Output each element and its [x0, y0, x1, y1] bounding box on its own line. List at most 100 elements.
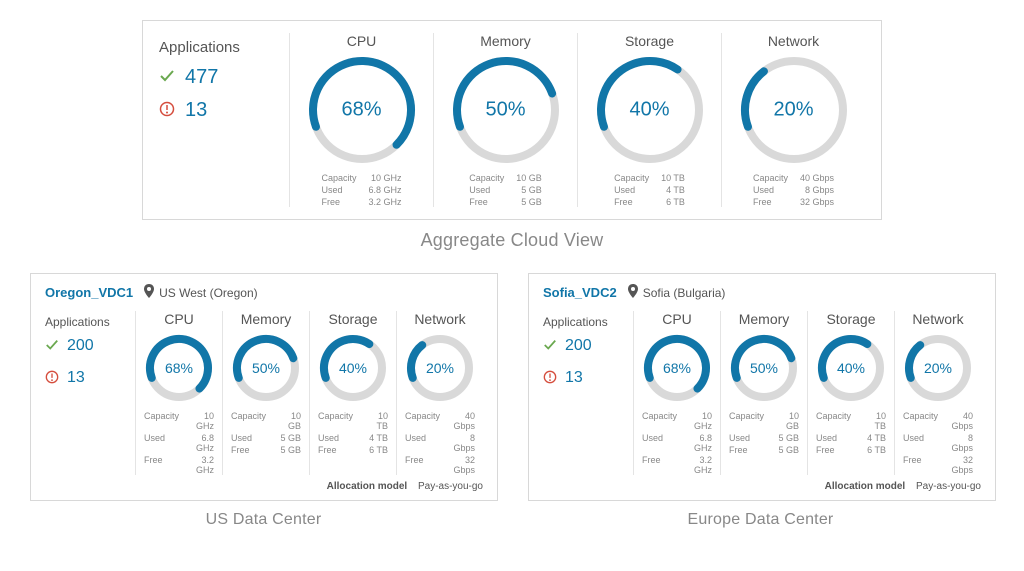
used-label: Used: [144, 433, 179, 453]
gauge-title: Network: [903, 311, 973, 327]
free-value: 3.2 GHz: [191, 455, 214, 475]
free-value: 5 GB: [278, 445, 301, 455]
gauge-details: Capacity10 TB Used4 TB Free6 TB: [318, 411, 388, 455]
free-label: Free: [642, 455, 677, 475]
gauge-details: Capacity10 GB Used5 GB Free5 GB: [231, 411, 301, 455]
used-label: Used: [318, 433, 353, 443]
gauge-cpu: CPU 68% Capacity10 GHz Used6.8 GHz Free3…: [633, 311, 720, 475]
capacity-value: 10 TB: [863, 411, 886, 431]
free-label: Free: [816, 445, 851, 455]
used-label: Used: [231, 433, 266, 443]
gauge-details: Capacity10 GB Used5 GB Free5 GB: [729, 411, 799, 455]
capacity-value: 10 GHz: [191, 411, 214, 431]
gauge-memory: Memory 50% Capacity10 GB Used5 GB Free5 …: [433, 33, 577, 207]
free-value: 6 TB: [863, 445, 886, 455]
free-label: Free: [469, 197, 504, 207]
applications-label: Applications: [45, 315, 135, 329]
location-text: Sofia (Bulgaria): [643, 286, 726, 300]
gauge-title: Storage: [318, 311, 388, 327]
free-label: Free: [318, 445, 353, 455]
allocation-model-value: Pay-as-you-go: [916, 481, 981, 492]
gauge-chart: 20%: [739, 55, 849, 165]
capacity-value: 10 GB: [776, 411, 799, 431]
datacenter-link[interactable]: Oregon_VDC1: [45, 285, 133, 300]
free-label: Free: [903, 455, 938, 475]
allocation-model-label: Allocation model: [327, 481, 408, 492]
gauge-percent: 20%: [426, 360, 454, 376]
gauge-title: CPU: [144, 311, 214, 327]
used-value: 4 TB: [863, 433, 886, 443]
applications-ok-row: 200: [543, 337, 633, 355]
applications-alert-count: 13: [185, 99, 207, 122]
free-value: 32 Gbps: [452, 455, 475, 475]
used-label: Used: [753, 185, 788, 195]
capacity-label: Capacity: [903, 411, 938, 431]
gauge-title: CPU: [298, 33, 425, 49]
gauge-percent: 40%: [339, 360, 367, 376]
used-value: 6.8 GHz: [689, 433, 712, 453]
capacity-value: 10 GB: [516, 173, 542, 183]
gauge-percent: 68%: [663, 360, 691, 376]
free-value: 32 Gbps: [800, 197, 834, 207]
datacenter-row: Oregon_VDC1 US West (Oregon) Application…: [30, 273, 994, 501]
applications-column: Applications 200 13: [543, 311, 633, 401]
capacity-label: Capacity: [642, 411, 677, 431]
used-value: 8 Gbps: [800, 185, 834, 195]
capacity-label: Capacity: [231, 411, 266, 431]
check-icon: [45, 338, 59, 355]
used-label: Used: [614, 185, 649, 195]
free-label: Free: [144, 455, 179, 475]
gauge-chart: 20%: [405, 333, 475, 403]
datacenter-link[interactable]: Sofia_VDC2: [543, 285, 617, 300]
aggregate-panel: Applications 477 13 CPU 68% Capacity10 G…: [142, 20, 882, 220]
used-label: Used: [816, 433, 851, 443]
applications-ok-row: 200: [45, 337, 135, 355]
gauge-storage: Storage 40% Capacity10 TB Used4 TB Free6…: [807, 311, 894, 475]
free-value: 5 GB: [516, 197, 542, 207]
used-value: 6.8 GHz: [191, 433, 214, 453]
gauge-percent: 50%: [485, 99, 525, 122]
used-label: Used: [469, 185, 504, 195]
alert-icon: [45, 370, 59, 387]
gauge-network: Network 20% Capacity40 Gbps Used8 Gbps F…: [721, 33, 865, 207]
free-value: 6 TB: [661, 197, 685, 207]
used-value: 8 Gbps: [950, 433, 973, 453]
gauge-chart: 40%: [318, 333, 388, 403]
free-label: Free: [614, 197, 649, 207]
datacenter-header: Sofia_VDC2 Sofia (Bulgaria): [543, 284, 981, 301]
gauge-details: Capacity40 Gbps Used8 Gbps Free32 Gbps: [730, 173, 857, 207]
used-value: 6.8 GHz: [369, 185, 402, 195]
gauge-details: Capacity40 Gbps Used8 Gbps Free32 Gbps: [903, 411, 973, 475]
capacity-label: Capacity: [729, 411, 764, 431]
gauge-title: Network: [405, 311, 475, 327]
gauge-memory: Memory 50% Capacity10 GB Used5 GB Free5 …: [222, 311, 309, 475]
capacity-label: Capacity: [405, 411, 440, 431]
applications-ok-row: 477: [159, 66, 289, 89]
capacity-value: 40 Gbps: [800, 173, 834, 183]
free-value: 3.2 GHz: [689, 455, 712, 475]
free-label: Free: [231, 445, 266, 455]
capacity-label: Capacity: [318, 411, 353, 431]
datacenter-panel-eu: Sofia_VDC2 Sofia (Bulgaria) Applications…: [528, 273, 996, 501]
applications-column: Applications 200 13: [45, 311, 135, 401]
used-label: Used: [405, 433, 440, 453]
gauge-chart: 50%: [451, 55, 561, 165]
alert-icon: [543, 370, 557, 387]
capacity-label: Capacity: [144, 411, 179, 431]
gauge-cpu: CPU 68% Capacity10 GHz Used6.8 GHz Free3…: [289, 33, 433, 207]
check-icon: [159, 68, 175, 87]
allocation-model-label: Allocation model: [825, 481, 906, 492]
used-value: 8 Gbps: [452, 433, 475, 453]
gauge-details: Capacity10 GHz Used6.8 GHz Free3.2 GHz: [298, 173, 425, 207]
free-value: 3.2 GHz: [369, 197, 402, 207]
us-caption: US Data Center: [30, 511, 497, 529]
capacity-label: Capacity: [321, 173, 356, 183]
applications-ok-count: 200: [565, 337, 592, 355]
gauge-chart: 68%: [144, 333, 214, 403]
gauge-cpu: CPU 68% Capacity 10 GHz Used 6.8 GHz Free 3…: [135, 311, 222, 475]
gauge-storage: Storage 40% Capacity10 TB Used4 TB Free6…: [577, 33, 721, 207]
gauge-details: Capacity10 GB Used5 GB Free5 GB: [442, 173, 569, 207]
applications-ok-count: 200: [67, 337, 94, 355]
datacenter-header: Oregon_VDC1 US West (Oregon): [45, 284, 483, 301]
gauge-memory: Memory 50% Capacity10 GB Used5 GB Free5 …: [720, 311, 807, 475]
